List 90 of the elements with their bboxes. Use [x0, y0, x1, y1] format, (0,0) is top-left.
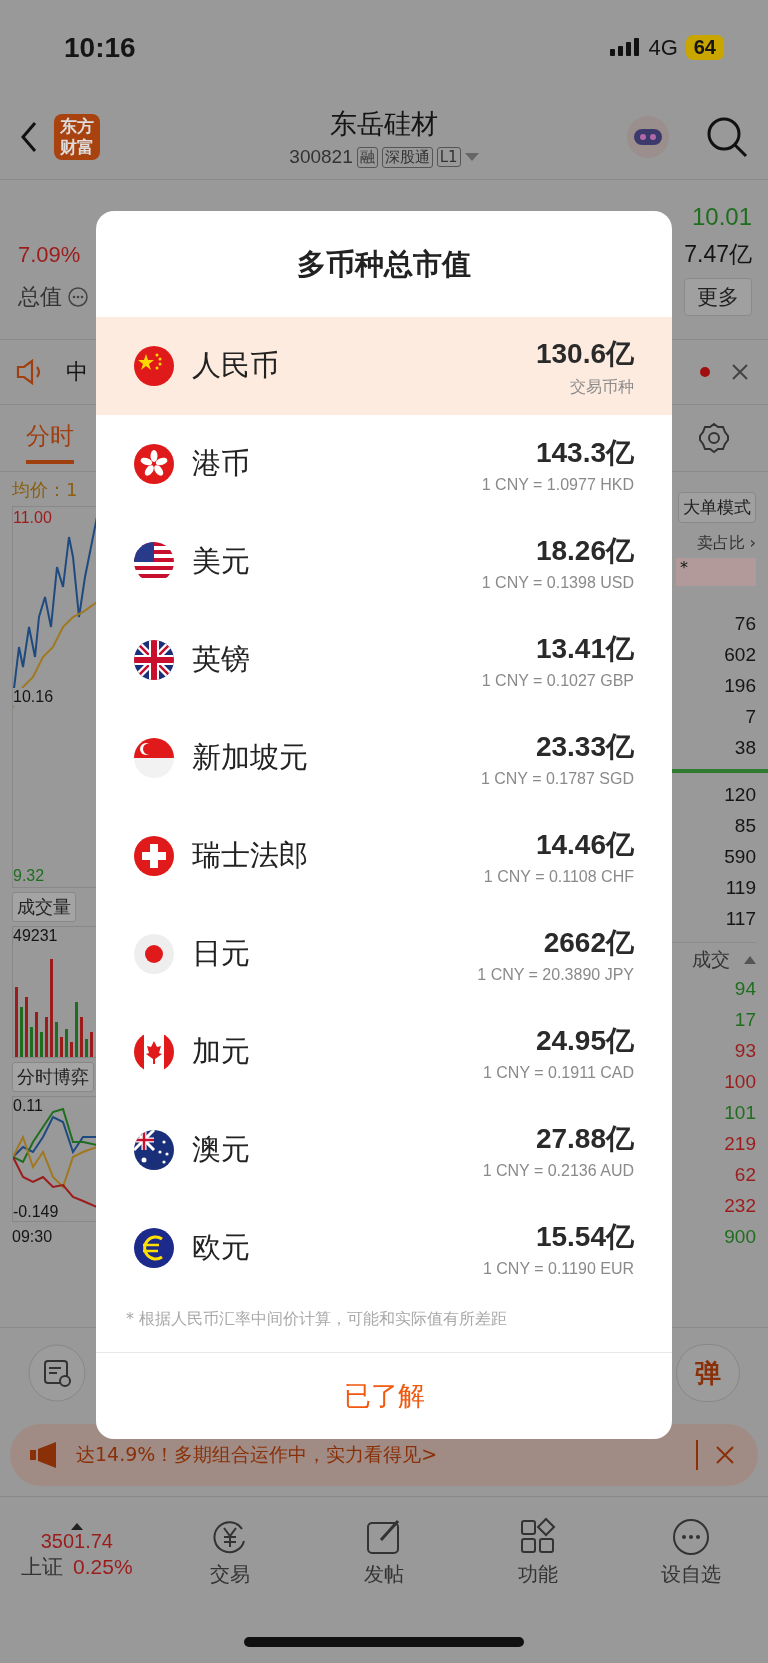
time-label: 09:30	[12, 1228, 53, 1246]
more-button[interactable]: 更多	[684, 278, 752, 316]
low-price: 10.01	[691, 203, 752, 231]
change-percent: 7.09%	[18, 241, 81, 268]
currency-row[interactable]: 港币 143.3亿 1 CNY = 1.0977 HKD	[96, 415, 672, 513]
stock-code: 300821	[289, 146, 353, 168]
currency-row[interactable]: 日元 2662亿 1 CNY = 20.3890 JPY	[96, 905, 672, 1003]
axis-label: 9.32	[13, 867, 45, 885]
nav-item[interactable]: 设自选	[614, 1515, 768, 1589]
notice-text: 中	[66, 358, 88, 386]
more-icon[interactable]	[68, 287, 88, 307]
axis-label: 11.00	[13, 509, 52, 527]
eu-flag-icon	[134, 1228, 174, 1268]
caret-icon[interactable]	[464, 153, 479, 161]
caret-up-icon	[70, 1523, 83, 1530]
currency-row[interactable]: 欧元 15.54亿 1 CNY = 0.1190 EUR	[96, 1199, 672, 1297]
hong-kong-flag-icon	[134, 444, 174, 484]
bid-volume: 117	[725, 907, 756, 931]
index-value: 3501.74	[40, 1530, 113, 1553]
trade-volume: 62	[734, 1163, 756, 1187]
axis-label: 0.11	[13, 1097, 43, 1115]
unread-dot-icon	[700, 367, 710, 377]
bid-volume: 590	[724, 845, 756, 869]
app-logo: 东方财富	[54, 114, 100, 160]
index-change: 0.25%	[73, 1555, 133, 1579]
network-type: 4G	[648, 34, 678, 61]
trade-volume: 17	[734, 1008, 756, 1032]
signal-icon	[610, 37, 641, 58]
trade-volume: 101	[724, 1101, 756, 1125]
ask-volume: 602	[724, 643, 756, 667]
axis-label: 10.16	[13, 688, 54, 706]
close-icon[interactable]	[716, 1446, 734, 1464]
battery-level: 64	[685, 35, 724, 60]
ratio-value: *	[676, 558, 756, 586]
axis-label: 49231	[13, 927, 58, 945]
close-icon[interactable]	[732, 364, 748, 380]
ask-volume: 7	[745, 705, 756, 729]
bid-volume: 85	[734, 814, 756, 838]
more-icon	[671, 1516, 712, 1557]
ask-volume: 76	[734, 612, 756, 636]
trade-volume: 93	[734, 1039, 756, 1063]
uk-flag-icon	[134, 640, 174, 680]
ask-volume: 38	[734, 736, 756, 760]
total-value-label: 总值	[18, 283, 62, 311]
trades-header: 成交	[692, 947, 730, 972]
bid-volume: 119	[725, 876, 756, 900]
currency-row[interactable]: 人民币 130.6亿 交易币种	[96, 317, 672, 415]
search-icon[interactable]	[706, 116, 748, 158]
caret-up-icon[interactable]	[744, 956, 756, 964]
index-name: 上证	[21, 1554, 63, 1581]
axis-label: -0.149	[13, 1203, 59, 1221]
nav-item[interactable]: 发帖	[307, 1515, 461, 1589]
currency-row[interactable]: 加元 24.95亿 1 CNY = 0.1911 CAD	[96, 1003, 672, 1101]
volume-button[interactable]: 成交量	[12, 892, 76, 922]
currency-row[interactable]: 美元 18.26亿 1 CNY = 0.1398 USD	[96, 513, 672, 611]
settings-icon[interactable]	[698, 422, 730, 454]
currency-row[interactable]: 英镑 13.41亿 1 CNY = 0.1027 GBP	[96, 611, 672, 709]
currency-row[interactable]: 新加坡元 23.33亿 1 CNY = 0.1787 SGD	[96, 709, 672, 807]
market-tag: 融	[356, 146, 378, 168]
nav-item[interactable]: 交易	[153, 1515, 308, 1589]
market-tag: 深股通	[381, 146, 433, 168]
robot-avatar-icon[interactable]	[626, 115, 670, 159]
bid-volume: 120	[724, 783, 756, 807]
trade-volume: 900	[724, 1225, 756, 1249]
document-settings-icon[interactable]	[28, 1344, 86, 1402]
back-icon[interactable]	[20, 121, 38, 153]
average-price: 均价：1	[12, 478, 79, 502]
trade-volume: 100	[724, 1070, 756, 1094]
ratio-link[interactable]: 卖占比 ›	[696, 533, 756, 554]
nav-item[interactable]: 功能	[460, 1515, 615, 1589]
dialog-footnote: * 根据人民币汇率中间价计算，可能和实际值有所差距	[125, 1308, 509, 1330]
currency-row[interactable]: 瑞士法郎 14.46亿 1 CNY = 0.1108 CHF	[96, 807, 672, 905]
mode-button[interactable]: 大单模式	[678, 492, 756, 523]
australia-flag-icon	[134, 1130, 174, 1170]
china-flag-icon	[134, 346, 174, 386]
ask-volume: 196	[724, 674, 756, 698]
status-time: 10:16	[64, 31, 136, 64]
confirm-button[interactable]: 已了解	[96, 1353, 672, 1439]
trade-volume: 219	[724, 1132, 756, 1156]
trade-volume: 232	[724, 1194, 756, 1218]
game-button[interactable]: 分时博弈	[12, 1062, 94, 1092]
trade-volume: 94	[734, 977, 756, 1001]
stock-title: 东岳硅材	[330, 107, 438, 141]
turnover-value: 7.47亿	[684, 240, 752, 269]
market-tag: L1	[436, 147, 461, 167]
dialog-title: 多币种总市值	[296, 246, 472, 283]
japan-flag-icon	[134, 934, 174, 974]
swiss-flag-icon	[134, 836, 174, 876]
currency-row[interactable]: 澳元 27.88亿 1 CNY = 0.2136 AUD	[96, 1101, 672, 1199]
singapore-flag-icon	[134, 738, 174, 778]
